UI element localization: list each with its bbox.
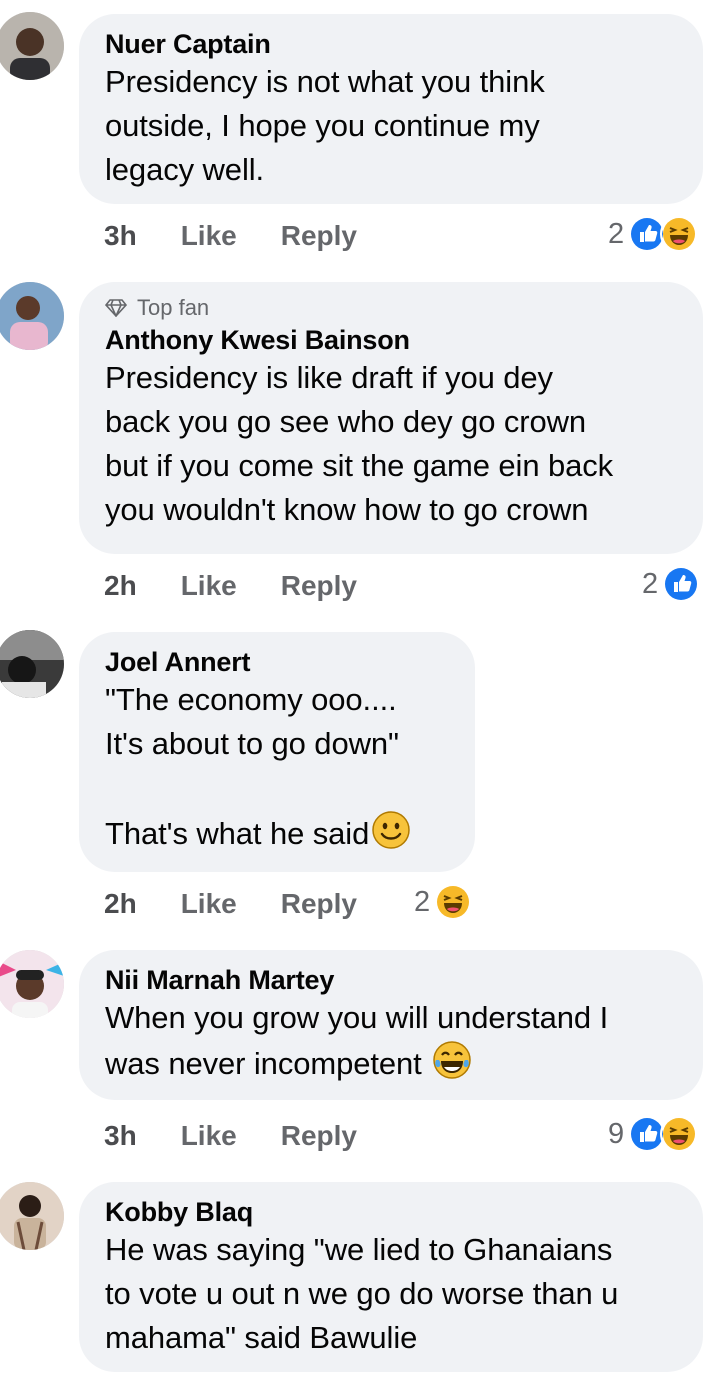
comment-time[interactable]: 2h (104, 570, 137, 602)
comment-actions: 2h Like Reply (104, 884, 401, 924)
reply-button[interactable]: Reply (281, 888, 357, 920)
commenter-name[interactable]: Joel Annert (105, 646, 449, 678)
comment-text: He was saying "we lied to Ghanaians to v… (105, 1232, 619, 1355)
comment-actions: 2h Like Reply (104, 566, 401, 606)
comment-text: Presidency is like draft if you dey back… (105, 360, 614, 527)
commenter-name[interactable]: Anthony Kwesi Bainson (105, 324, 677, 356)
comment-text-content: "The economy ooo.... It's about to go do… (105, 682, 399, 851)
comment-bubble: Nuer Captain Presidency is not what you … (79, 14, 703, 204)
reaction-count: 9 (608, 1117, 625, 1150)
avatar[interactable] (0, 282, 64, 350)
comment-text-content: When you grow you will understand I was … (105, 1000, 609, 1081)
comment-bubble: Nii Marnah Martey When you grow you will… (79, 950, 703, 1100)
tears-of-joy-icon (433, 1041, 471, 1079)
reaction-summary[interactable]: 2 (608, 214, 699, 254)
reaction-count: 2 (414, 885, 431, 918)
comment-text: When you grow you will understand I was … (105, 996, 677, 1086)
comment-text: Presidency is not what you think outside… (105, 64, 545, 187)
avatar[interactable] (0, 630, 64, 698)
comment-text: "The economy ooo.... It's about to go do… (105, 678, 449, 856)
commenter-name[interactable]: Nuer Captain (105, 28, 677, 60)
top-fan-label: Top fan (137, 295, 210, 320)
diamond-icon (105, 299, 127, 317)
commenter-name[interactable]: Kobby Blaq (105, 1196, 677, 1228)
reaction-count: 2 (608, 217, 625, 250)
like-icon (662, 565, 701, 603)
top-fan-badge: Top fan (105, 294, 677, 322)
comment-time[interactable]: 3h (104, 1120, 137, 1152)
like-button[interactable]: Like (181, 220, 237, 252)
reply-button[interactable]: Reply (281, 220, 357, 252)
comment-bubble: Joel Annert "The economy ooo.... It's ab… (79, 632, 475, 872)
comment-actions: 3h Like Reply (104, 1116, 401, 1156)
smiling-face-icon (372, 811, 410, 849)
haha-icon (660, 1115, 699, 1153)
like-button[interactable]: Like (181, 1120, 237, 1152)
like-button[interactable]: Like (181, 570, 237, 602)
comment-bubble: Kobby Blaq He was saying "we lied to Gha… (79, 1182, 703, 1372)
comment-time[interactable]: 2h (104, 888, 137, 920)
avatar[interactable] (0, 12, 64, 80)
reaction-summary[interactable]: 9 (608, 1114, 699, 1154)
reply-button[interactable]: Reply (281, 570, 357, 602)
like-button[interactable]: Like (181, 888, 237, 920)
commenter-name[interactable]: Nii Marnah Martey (105, 964, 677, 996)
avatar[interactable] (0, 950, 64, 1018)
reaction-summary[interactable]: 2 (642, 564, 701, 604)
reaction-count: 2 (642, 567, 659, 600)
haha-icon (434, 883, 473, 921)
reply-button[interactable]: Reply (281, 1120, 357, 1152)
comment-time[interactable]: 3h (104, 220, 137, 252)
avatar[interactable] (0, 1182, 64, 1250)
comment-bubble: Top fan Anthony Kwesi Bainson Presidency… (79, 282, 703, 554)
reaction-summary[interactable]: 2 (414, 882, 473, 922)
haha-icon (660, 215, 699, 253)
comment-actions: 3h Like Reply (104, 216, 401, 256)
